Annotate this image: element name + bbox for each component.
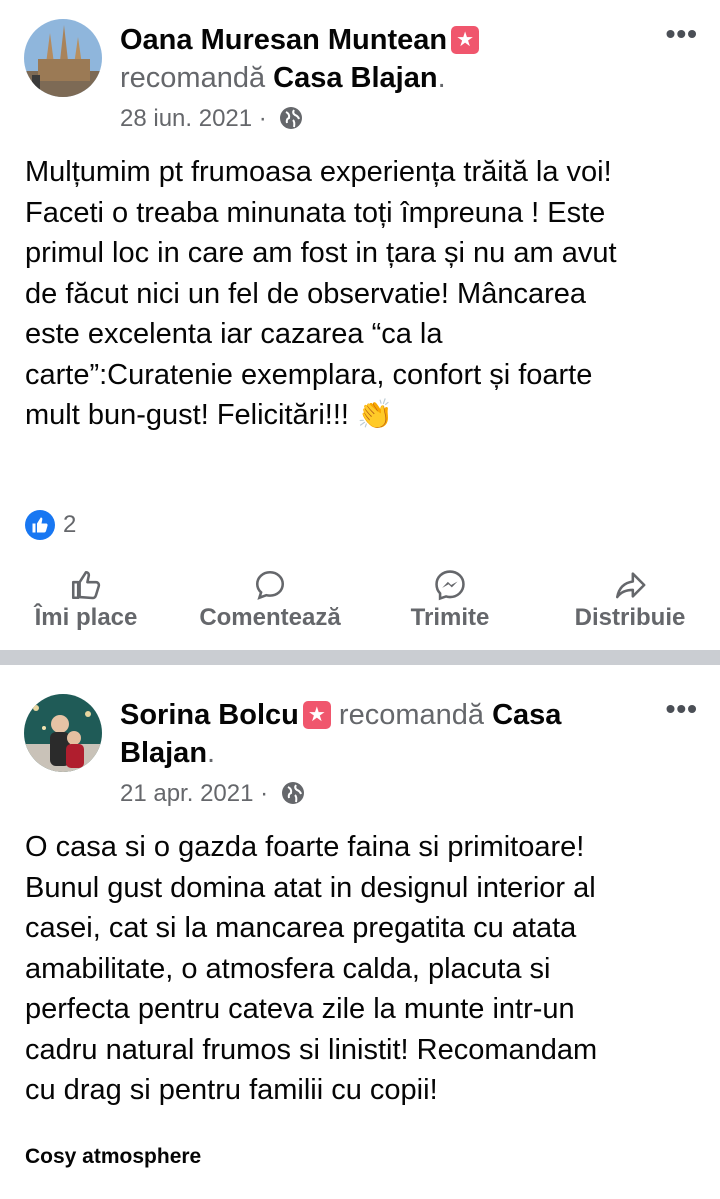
share-button[interactable]: Distribuie bbox=[568, 568, 692, 632]
recommendation-tag: Cosy atmosphere bbox=[25, 1145, 202, 1168]
star-badge-icon: ★ bbox=[451, 26, 480, 54]
post-text: Mulțumim pt frumoasa experiența trăită l… bbox=[25, 156, 617, 431]
reactions-summary[interactable]: 2 bbox=[25, 510, 76, 540]
share-label: Distribuie bbox=[574, 604, 686, 631]
review-post: Sorina Bolcu ★ recomandă Casa Blajan. •••… bbox=[0, 665, 720, 1199]
post-date[interactable]: 28 iun. 2021 bbox=[120, 105, 252, 132]
messenger-icon bbox=[402, 568, 498, 602]
share-icon bbox=[568, 568, 692, 602]
recommends-text: recomandă bbox=[338, 699, 485, 731]
like-reaction-icon bbox=[25, 510, 55, 540]
post-meta: 28 iun. 2021 · bbox=[120, 104, 303, 138]
like-button[interactable]: Îmi place bbox=[26, 568, 146, 632]
meta-separator: · bbox=[260, 780, 269, 807]
post-meta: 21 apr. 2021 · bbox=[120, 779, 305, 813]
star-badge-icon: ★ bbox=[302, 701, 331, 729]
action-bar: Îmi place Comentează Trimite Distribuie bbox=[0, 568, 720, 640]
more-options-icon[interactable]: ••• bbox=[666, 18, 698, 50]
author-name[interactable]: Sorina Bolcu bbox=[120, 699, 299, 731]
post-divider bbox=[0, 650, 720, 665]
comment-icon bbox=[192, 568, 348, 602]
recommends-text: recomandă bbox=[120, 62, 266, 94]
reaction-count: 2 bbox=[63, 511, 77, 538]
send-button[interactable]: Trimite bbox=[402, 568, 498, 632]
page-name[interactable]: Casa Blajan bbox=[273, 62, 437, 94]
send-label: Trimite bbox=[410, 604, 490, 631]
like-label: Îmi place bbox=[34, 604, 138, 631]
globe-icon bbox=[281, 781, 305, 813]
review-post: Oana Muresan Muntean ★ recomandă Casa Bla… bbox=[0, 0, 720, 650]
post-date[interactable]: 21 apr. 2021 bbox=[120, 780, 253, 807]
comment-button[interactable]: Comentează bbox=[192, 568, 348, 632]
globe-icon bbox=[279, 106, 303, 138]
author-line: Sorina Bolcu ★ recomandă Casa Blajan. bbox=[120, 699, 562, 769]
post-text: O casa si o gazda foarte faina si primit… bbox=[25, 831, 598, 1106]
comment-label: Comentează bbox=[199, 604, 341, 631]
thumbs-up-icon bbox=[26, 568, 146, 602]
author-avatar[interactable] bbox=[24, 19, 102, 97]
meta-separator: · bbox=[258, 105, 267, 132]
author-avatar[interactable] bbox=[24, 694, 102, 772]
author-name[interactable]: Oana Muresan Muntean bbox=[120, 24, 447, 56]
author-line: Oana Muresan Muntean ★ recomandă Casa Bla… bbox=[120, 21, 680, 97]
more-options-icon[interactable]: ••• bbox=[666, 693, 698, 725]
